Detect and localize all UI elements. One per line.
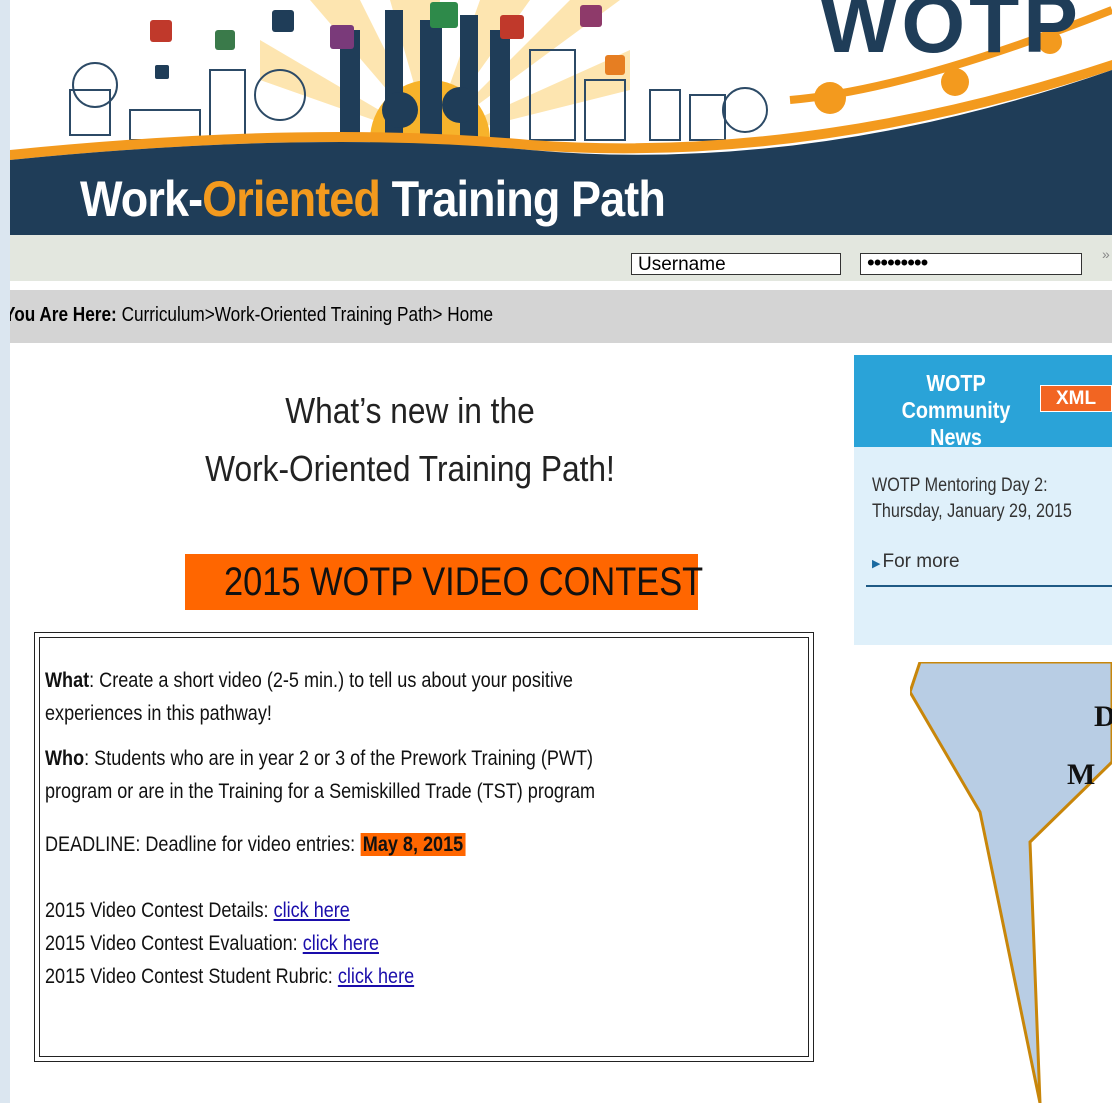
username-input[interactable]: Username — [631, 253, 841, 275]
link-label: 2015 Video Contest Evaluation: — [45, 932, 303, 955]
link-label: 2015 Video Contest Details: — [45, 899, 274, 922]
banner-title-part2: Oriented — [202, 171, 381, 227]
news-divider — [866, 585, 1112, 587]
news-title-line1: WOTP Community — [901, 370, 1011, 423]
breadcrumb-label: You Are Here: — [10, 304, 117, 326]
breadcrumb-path[interactable]: Curriculum>Work-Oriented Training Path> … — [117, 304, 494, 326]
news-title-line2: News — [930, 424, 982, 450]
login-bar: Username ••••••••• » — [10, 235, 1112, 281]
evaluation-link[interactable]: click here — [303, 932, 379, 955]
news-item-line2: Thursday, January 29, 2015 — [872, 501, 1072, 522]
banner-title-part3: Training Path — [380, 171, 666, 227]
news-header: WOTP Community News XML — [854, 355, 1112, 450]
xml-feed-badge[interactable]: XML — [1040, 385, 1112, 412]
link-label: 2015 Video Contest Student Rubric: — [45, 965, 338, 988]
link-row-details: 2015 Video Contest Details: click here — [45, 894, 350, 927]
for-more-text: For more — [882, 551, 960, 572]
link-row-rubric: 2015 Video Contest Student Rubric: click… — [45, 960, 414, 993]
for-more-link[interactable]: ▶ For more — [872, 551, 960, 573]
what-paragraph: What: Create a short video (2-5 min.) to… — [45, 664, 765, 730]
headline-line2: Work-Oriented Training Path! — [205, 448, 615, 489]
breadcrumb: You Are Here: Curriculum>Work-Oriented T… — [10, 290, 1112, 343]
contest-details-box: What: Create a short video (2-5 min.) to… — [34, 632, 814, 1062]
play-arrow-icon: ▶ — [872, 558, 881, 570]
contest-links: 2015 Video Contest Details: click here 2… — [45, 894, 765, 993]
banner-title-part1: Work- — [80, 171, 203, 227]
deadline-label: DEADLINE — [45, 833, 136, 856]
what-text-2: experiences in this pathway! — [45, 702, 272, 725]
password-input[interactable]: ••••••••• — [860, 252, 1082, 275]
callout-text-line2: M — [1067, 758, 1096, 791]
callout-text-line1: D — [1094, 700, 1112, 733]
community-news-panel: WOTP Community News XML WOTP Mentoring Da… — [854, 355, 1112, 645]
link-row-evaluation: 2015 Video Contest Evaluation: click her… — [45, 927, 379, 960]
details-link[interactable]: click here — [274, 899, 350, 922]
login-go-button[interactable]: » — [1102, 246, 1110, 262]
contest-title-text: 2015 WOTP VIDEO CONTEST — [224, 560, 704, 604]
who-text-2: program or are in the Training for a Sem… — [45, 780, 596, 803]
who-paragraph: Who: Students who are in year 2 or 3 of … — [45, 742, 765, 808]
wotp-logo: WOTP — [820, 0, 1082, 70]
news-item[interactable]: WOTP Mentoring Day 2: Thursday, January … — [872, 473, 1112, 525]
page: WOTP Work-Oriented Training Path Usernam… — [10, 0, 1112, 1103]
who-label: Who — [45, 747, 85, 770]
deadline-date: May 8, 2015 — [360, 833, 466, 856]
what-text-1: : Create a short video (2-5 min.) to tel… — [89, 669, 573, 692]
breadcrumb-text: You Are Here: Curriculum>Work-Oriented T… — [10, 304, 493, 327]
contest-details-inner: What: Create a short video (2-5 min.) to… — [39, 637, 809, 1057]
news-title: WOTP Community News — [870, 370, 1042, 451]
star-callout — [910, 662, 1112, 1103]
deadline-paragraph: DEADLINE: Deadline for video entries: Ma… — [45, 828, 765, 861]
contest-title: 2015 WOTP VIDEO CONTEST — [185, 554, 703, 610]
banner-title: Work-Oriented Training Path — [80, 170, 666, 228]
who-text-1: : Students who are in year 2 or 3 of the… — [84, 747, 594, 770]
rubric-link[interactable]: click here — [338, 965, 414, 988]
news-item-line1: WOTP Mentoring Day 2: — [872, 475, 1048, 496]
what-label: What — [45, 669, 90, 692]
site-banner: WOTP Work-Oriented Training Path — [10, 0, 1112, 235]
headline-line1: What’s new in the — [285, 390, 535, 431]
deadline-text: : Deadline for video entries: — [135, 833, 361, 856]
